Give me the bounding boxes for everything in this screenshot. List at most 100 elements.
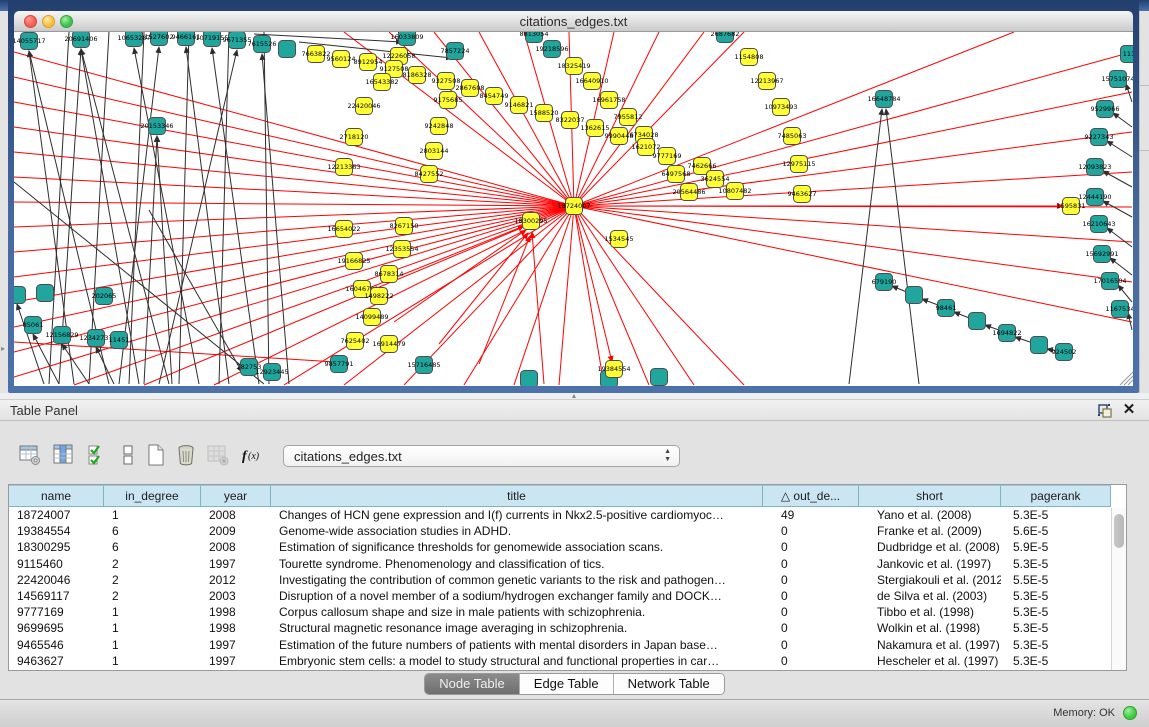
network-edge[interactable] <box>849 109 882 384</box>
network-node[interactable]: 12156829 <box>45 327 78 344</box>
network-node[interactable]: 11451 <box>109 332 130 349</box>
network-node[interactable]: 202065 <box>92 288 117 305</box>
network-node[interactable]: 14055717 <box>14 33 46 50</box>
network-edge[interactable] <box>574 52 1132 206</box>
new-file-icon[interactable] <box>144 443 170 469</box>
network-edge[interactable] <box>14 127 574 206</box>
table-row[interactable]: 977716911998Corpus callosum shape and si… <box>9 604 1126 620</box>
table-row[interactable]: 969969511998Structural magnetic resonanc… <box>9 620 1126 636</box>
network-node[interactable]: 8267150 <box>390 218 419 235</box>
network-edge[interactable] <box>1113 113 1132 127</box>
close-panel-icon[interactable]: ✕ <box>1121 401 1137 419</box>
network-node[interactable]: 7955812 <box>614 109 643 126</box>
network-edge[interactable] <box>1107 228 1132 247</box>
table-row[interactable]: 1872400712008Changes of HCN gene express… <box>9 507 1126 523</box>
network-node[interactable]: 16654022 <box>327 221 360 238</box>
network-node[interactable]: 12213967 <box>750 73 783 90</box>
trash-icon[interactable] <box>174 443 200 469</box>
network-node[interactable] <box>521 371 538 387</box>
network-node[interactable]: 16210643 <box>1082 216 1115 233</box>
network-edge[interactable] <box>532 232 544 384</box>
network-node[interactable]: 8678314 <box>375 266 404 283</box>
network-node[interactable]: 9463627 <box>788 186 817 203</box>
network-node[interactable]: 15716485 <box>407 357 440 374</box>
table-row[interactable]: 2242004622012Investigating the contribut… <box>9 572 1126 588</box>
network-node[interactable]: 9175685 <box>434 92 463 109</box>
network-canvas[interactable]: 1405571720691406106532871527602946616110… <box>14 32 1133 386</box>
network-node[interactable] <box>14 287 26 304</box>
tab-edge-table[interactable]: Edge Table <box>520 674 614 694</box>
network-node[interactable]: 17016504 <box>1093 273 1126 290</box>
table-row[interactable]: 911546021997Tourette syndrome. Phenomeno… <box>9 556 1126 572</box>
network-node[interactable]: 12342737 <box>79 330 112 347</box>
network-node[interactable] <box>1031 337 1048 354</box>
tab-network-table[interactable]: Network Table <box>614 674 724 694</box>
network-node[interactable]: 9857791 <box>325 356 354 373</box>
column-header-short[interactable]: short <box>859 485 1001 507</box>
column-header-pagerank[interactable]: pagerank <box>1001 485 1111 507</box>
network-edge[interactable] <box>14 102 574 206</box>
network-edge[interactable] <box>264 32 269 384</box>
network-edge[interactable] <box>159 50 237 384</box>
network-edge[interactable] <box>62 344 89 384</box>
network-node[interactable]: 8427552 <box>415 166 444 183</box>
table-columns-icon[interactable] <box>52 443 78 469</box>
network-edge[interactable] <box>574 206 1132 282</box>
network-node[interactable] <box>906 287 923 304</box>
network-node[interactable] <box>969 313 986 330</box>
table-row[interactable]: 946362711997Embryonic stem cells: a mode… <box>9 653 1126 669</box>
network-node[interactable]: 16648784 <box>867 91 900 108</box>
network-node[interactable]: 9242848 <box>425 118 454 135</box>
network-edge[interactable] <box>559 206 574 385</box>
network-node[interactable]: 16033809 <box>390 32 423 46</box>
network-node[interactable]: 2803144 <box>420 143 449 160</box>
network-node[interactable]: 19218596 <box>535 41 568 58</box>
network-node[interactable]: 1694822 <box>993 325 1022 342</box>
network-node[interactable]: 18325419 <box>557 58 590 75</box>
network-node[interactable] <box>651 369 668 386</box>
network-node[interactable]: 924502 <box>1052 344 1077 361</box>
network-node[interactable]: 15692991 <box>1085 246 1118 263</box>
table-row[interactable]: 1830029562008Estimation of significance … <box>9 539 1126 555</box>
vertical-scrollbar[interactable] <box>1111 508 1126 670</box>
rows-icon[interactable] <box>116 443 142 469</box>
network-edge[interactable] <box>479 236 530 364</box>
network-node[interactable]: 1154808 <box>735 49 764 66</box>
resize-grip[interactable] <box>1120 372 1133 385</box>
tab-node-table[interactable]: Node Table <box>425 674 520 694</box>
network-edge[interactable] <box>1103 171 1132 187</box>
network-edge[interactable] <box>1118 285 1132 302</box>
network-edge[interactable] <box>574 206 1132 322</box>
network-edge[interactable] <box>1107 141 1132 157</box>
network-edge[interactable] <box>14 52 574 206</box>
network-node[interactable]: 20691406 <box>64 32 97 48</box>
attribute-table[interactable]: namein_degreeyeartitle△ out_de...shortpa… <box>8 484 1127 671</box>
table-row[interactable]: 946554611997Estimation of the future num… <box>9 637 1126 653</box>
network-node[interactable]: 85061 <box>23 317 44 334</box>
network-node[interactable]: 1588520 <box>530 105 559 122</box>
network-edge[interactable] <box>14 177 574 206</box>
network-node[interactable]: 98461 <box>936 300 957 317</box>
network-node[interactable]: 1534545 <box>605 231 634 248</box>
select-rows-icon[interactable] <box>86 443 112 469</box>
column-header-out_de[interactable]: △ out_de... <box>763 485 859 507</box>
network-node[interactable]: 6497568 <box>662 166 691 183</box>
column-header-name[interactable]: name <box>9 485 104 507</box>
network-edge[interactable] <box>134 48 199 384</box>
column-header-in_degree[interactable]: in_degree <box>104 485 201 507</box>
float-panel-icon[interactable] <box>1097 403 1113 419</box>
network-edge[interactable] <box>186 47 229 384</box>
network-edge[interactable] <box>574 206 1132 242</box>
network-node[interactable]: 16640910 <box>575 73 608 90</box>
delete-table-icon[interactable] <box>206 443 232 469</box>
network-node[interactable] <box>279 41 296 58</box>
table-select-dropdown[interactable]: citations_edges.txt ▲▼ <box>283 445 680 467</box>
network-edge[interactable] <box>14 152 574 206</box>
network-node[interactable]: 7615526 <box>248 36 277 53</box>
network-edge[interactable] <box>514 206 574 385</box>
network-edge[interactable] <box>886 109 919 384</box>
network-node[interactable]: 10973493 <box>764 99 797 116</box>
column-header-title[interactable]: title <box>271 485 763 507</box>
network-edge[interactable] <box>574 206 694 385</box>
network-node[interactable]: 15751074 <box>1101 71 1133 88</box>
